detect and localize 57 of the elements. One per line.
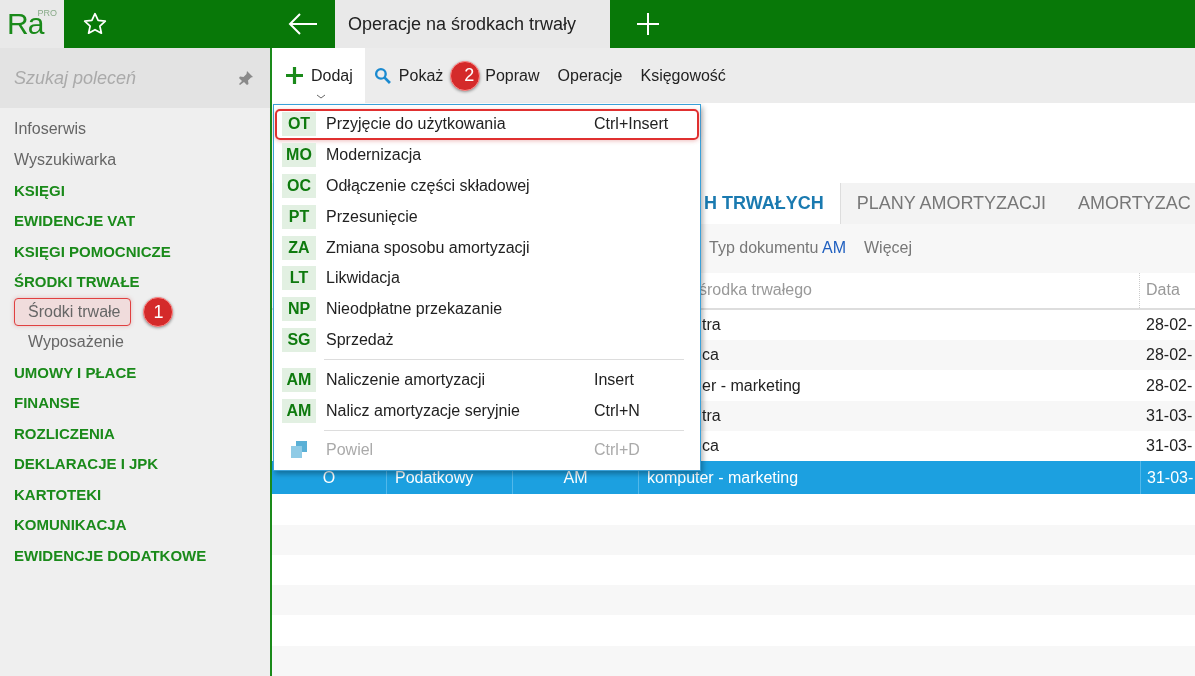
copy-icon bbox=[290, 441, 308, 460]
table-cell: ca bbox=[702, 437, 719, 456]
menu-item[interactable]: LT Likwidacja bbox=[275, 263, 699, 294]
table-cell: er - marketing bbox=[702, 376, 801, 395]
sidebar-item[interactable]: Wyszukiwarka bbox=[14, 146, 117, 173]
table-cell: 28-02- bbox=[1146, 376, 1193, 395]
sidebar-item[interactable]: KSIĘGI bbox=[14, 177, 65, 203]
plus-icon[interactable] bbox=[636, 12, 660, 36]
toolbar-button[interactable]: Księgowość bbox=[631, 48, 735, 103]
table-cell: ca bbox=[702, 346, 719, 365]
sidebar-item[interactable]: ROZLICZENIA bbox=[14, 420, 115, 446]
search-field[interactable]: Szukaj poleceń bbox=[0, 48, 270, 108]
menu-item[interactable]: MO Modernizacja bbox=[275, 139, 699, 171]
sidebar-item[interactable]: Wyposażenie bbox=[14, 329, 124, 355]
filter-label[interactable]: Typ dokumentu AM bbox=[709, 239, 846, 258]
more-link[interactable]: Więcej bbox=[863, 239, 912, 258]
table-cell: tra bbox=[702, 316, 721, 334]
plus-icon bbox=[286, 67, 303, 84]
table-cell: 31-03- bbox=[1147, 468, 1194, 487]
table-cell: komputer - marketing bbox=[647, 468, 799, 487]
tab[interactable]: PLANY AMORTYZACJI bbox=[840, 183, 1063, 225]
toolbar-button[interactable]: Dodaj bbox=[272, 48, 365, 103]
menu-item[interactable]: ZA Zmiana sposobu amortyzacji bbox=[275, 232, 699, 263]
sidebar-item[interactable]: DEKLARACJE I JPK bbox=[14, 451, 159, 477]
sidebar-item[interactable]: KSIĘGI POMOCNICZE bbox=[14, 238, 171, 264]
sidebar-item[interactable]: KOMUNIKACJA bbox=[14, 512, 127, 538]
table-cell: 28-02- bbox=[1146, 346, 1193, 365]
table-cell: AM bbox=[563, 468, 588, 487]
table-cell: 31-03- bbox=[1146, 406, 1193, 425]
sidebar-item[interactable]: Infoserwis bbox=[14, 116, 87, 143]
sidebar-item[interactable]: EWIDENCJE VAT bbox=[14, 208, 136, 234]
menu-item[interactable]: OT Przyjęcie do użytkowania Ctrl+Insert bbox=[275, 109, 699, 140]
sidebar-item[interactable]: ŚRODKI TRWAŁE bbox=[14, 269, 140, 295]
table-cell: Podatkowy bbox=[395, 468, 474, 487]
sidebar-item[interactable]: UMOWY I PŁACE bbox=[14, 359, 137, 385]
pin-icon[interactable] bbox=[238, 70, 254, 86]
table-cell: 28-02- bbox=[1146, 316, 1193, 334]
column-header[interactable]: środka trwałego bbox=[699, 281, 1139, 300]
table-cell: 31-03- bbox=[1146, 437, 1193, 456]
star-icon[interactable] bbox=[82, 11, 108, 37]
back-arrow-icon[interactable] bbox=[286, 12, 319, 36]
callout-badge: 1 bbox=[143, 297, 174, 327]
search-icon bbox=[373, 67, 391, 84]
sidebar-item[interactable]: EWIDENCJE DODATKOWE bbox=[14, 542, 207, 568]
tab[interactable]: AMORTYZAC bbox=[1062, 183, 1195, 225]
table-cell: O bbox=[322, 468, 336, 487]
toolbar-button[interactable]: Pokaż bbox=[364, 48, 453, 103]
sidebar-item[interactable]: KARTOTEKI bbox=[14, 481, 102, 507]
document-tab[interactable]: Operacje na środkach trwały bbox=[335, 0, 610, 48]
callout-badge: 2 bbox=[450, 60, 481, 91]
caret-icon bbox=[316, 94, 326, 99]
column-header[interactable]: Data bbox=[1139, 272, 1180, 308]
table-cell: tra bbox=[702, 406, 721, 425]
sidebar-item[interactable]: FINANSE bbox=[14, 390, 80, 416]
app-logo: Ra$^{PRO}$ bbox=[7, 6, 57, 42]
sidebar-item[interactable]: Środki trwałe bbox=[14, 298, 132, 326]
toolbar-button[interactable]: Operacje bbox=[548, 48, 632, 103]
